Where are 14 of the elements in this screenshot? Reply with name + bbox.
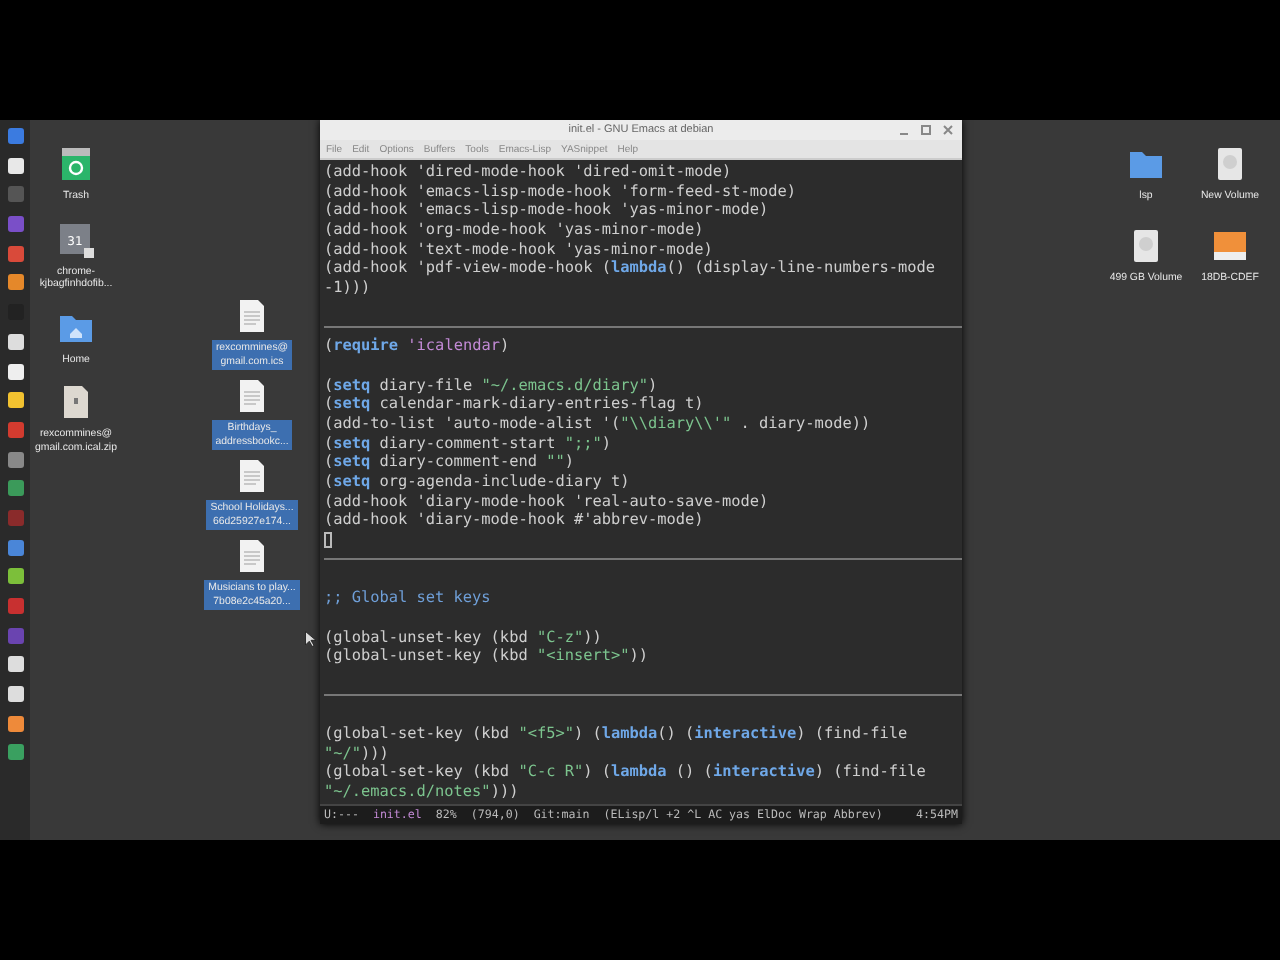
trash-icon xyxy=(56,144,96,184)
app-launcher-icon[interactable] xyxy=(5,654,25,675)
app-launcher-icon[interactable] xyxy=(5,684,25,705)
app-launcher-icon[interactable] xyxy=(5,566,25,587)
app-launcher-icon[interactable] xyxy=(5,155,25,176)
app-launcher-icon[interactable] xyxy=(5,331,25,352)
text-cursor xyxy=(324,531,332,548)
mouse-pointer-icon xyxy=(304,630,316,648)
maximize-icon[interactable] xyxy=(918,122,934,138)
app-launcher-icon[interactable] xyxy=(5,361,25,381)
app-launcher-icon[interactable] xyxy=(5,713,25,734)
close-icon[interactable] xyxy=(940,122,956,138)
app-launcher-icon[interactable] xyxy=(5,390,25,411)
app-launcher-icon[interactable] xyxy=(5,272,25,293)
